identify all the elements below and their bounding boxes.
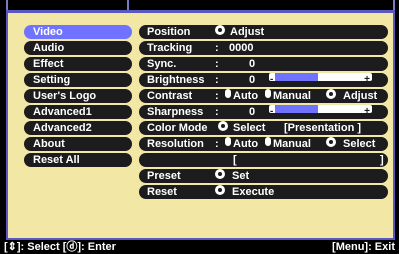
brightness-plus: +	[364, 74, 370, 85]
resolution-value-row: [ ]	[139, 153, 388, 167]
contrast-manual-label: Manual	[273, 90, 311, 102]
tracking-colon: :	[215, 42, 219, 54]
top-left-bracket	[6, 0, 8, 10]
menu-item-advanced1[interactable]: Advanced1	[24, 105, 132, 119]
color-mode-action: Select	[233, 122, 266, 134]
contrast-label: Contrast	[147, 90, 193, 102]
menu-item-audio[interactable]: Audio	[24, 41, 132, 55]
menu-item-video[interactable]: Video	[24, 25, 132, 39]
projector-menu-screen: Video Audio Effect Setting User's Logo A…	[0, 0, 399, 254]
menu-panel: Video Audio Effect Setting User's Logo A…	[6, 10, 395, 240]
resolution-colon: :	[215, 138, 219, 150]
contrast-action: Adjust	[343, 90, 378, 102]
sharpness-minus: -	[270, 106, 274, 117]
menu-item-about[interactable]: About	[24, 137, 132, 151]
position-row[interactable]: Position Adjust	[139, 25, 388, 39]
sharpness-level	[275, 105, 318, 113]
help-bar: [⇕]: Select [ⓓ]: Enter [Menu]: Exit	[0, 240, 399, 254]
color-mode-label: Color Mode	[147, 122, 208, 134]
brightness-label: Brightness	[147, 74, 205, 86]
resolution-manual-label: Manual	[273, 138, 311, 150]
brightness-level	[275, 73, 318, 81]
resolution-value-close: ]	[380, 154, 384, 166]
top-mid-bracket	[127, 0, 129, 10]
top-right-bracket	[393, 0, 395, 10]
sync-colon: :	[215, 58, 219, 70]
sharpness-colon: :	[215, 106, 219, 118]
tracking-row[interactable]: Tracking : 0000	[139, 41, 388, 55]
sharpness-slider[interactable]: - +	[269, 105, 372, 117]
menu-item-reset-all[interactable]: Reset All	[24, 153, 132, 167]
tracking-value: 0000	[229, 42, 254, 54]
brightness-row[interactable]: Brightness : 0 - +	[139, 73, 388, 87]
color-mode-value: [Presentation ]	[284, 122, 362, 134]
contrast-row[interactable]: Contrast : Auto Manual Adjust	[139, 89, 388, 103]
video-settings: Position Adjust Tracking : 0000 Sync. : …	[139, 25, 388, 201]
preset-label: Preset	[147, 170, 181, 182]
resolution-action: Select	[343, 138, 376, 150]
help-text-left: [⇕]: Select [ⓓ]: Enter	[4, 241, 116, 253]
sharpness-label: Sharpness	[147, 106, 204, 118]
menu-item-effect[interactable]: Effect	[24, 57, 132, 71]
menu-item-setting[interactable]: Setting	[24, 73, 132, 87]
resolution-label: Resolution	[147, 138, 204, 150]
sharpness-value: 0	[249, 106, 256, 118]
reset-row[interactable]: Reset Execute	[139, 185, 388, 199]
position-action: Adjust	[230, 26, 265, 38]
brightness-minus: -	[270, 74, 274, 85]
brightness-value: 0	[249, 74, 256, 86]
left-menu: Video Audio Effect Setting User's Logo A…	[24, 25, 132, 169]
resolution-value-open: [	[233, 154, 237, 166]
brightness-colon: :	[215, 74, 219, 86]
sync-value: 0	[249, 58, 256, 70]
preset-row[interactable]: Preset Set	[139, 169, 388, 183]
menu-item-users-logo[interactable]: User's Logo	[24, 89, 132, 103]
menu-item-advanced2[interactable]: Advanced2	[24, 121, 132, 135]
resolution-row[interactable]: Resolution : Auto Manual Select	[139, 137, 388, 151]
sharpness-row[interactable]: Sharpness : 0 - +	[139, 105, 388, 119]
contrast-colon: :	[215, 90, 219, 102]
brightness-slider[interactable]: - +	[269, 73, 372, 85]
contrast-auto-label: Auto	[233, 90, 259, 102]
reset-action: Execute	[232, 186, 275, 198]
color-mode-row[interactable]: Color Mode Select [Presentation ]	[139, 121, 388, 135]
help-text-right: [Menu]: Exit	[332, 241, 395, 253]
preset-action: Set	[232, 170, 250, 182]
tracking-label: Tracking	[147, 42, 193, 54]
sharpness-plus: +	[364, 106, 370, 117]
position-label: Position	[147, 26, 191, 38]
resolution-auto-label: Auto	[233, 138, 259, 150]
sync-row[interactable]: Sync. : 0	[139, 57, 388, 71]
reset-label: Reset	[147, 186, 177, 198]
sync-label: Sync.	[147, 58, 177, 70]
